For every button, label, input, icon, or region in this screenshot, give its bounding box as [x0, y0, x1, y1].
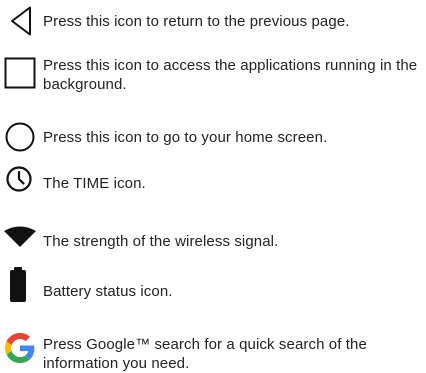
- legend-text-wifi: The strength of the wireless signal.: [43, 233, 279, 250]
- google-g-icon: [5, 333, 35, 363]
- battery-icon: [10, 267, 26, 302]
- legend-text-back: Press this icon to return to the previou…: [43, 13, 350, 30]
- back-triangle-icon: [11, 6, 31, 36]
- legend-text-recent-apps: Press this icon to access the applicatio…: [43, 57, 418, 93]
- recent-apps-square-icon: [4, 57, 36, 89]
- legend-text-time: The TIME icon.: [43, 175, 146, 192]
- wifi-signal-icon: [4, 226, 36, 247]
- clock-icon: [6, 166, 32, 192]
- legend-text-home: Press this icon to go to your home scree…: [43, 129, 328, 146]
- legend-text-battery: Battery status icon.: [43, 283, 173, 300]
- legend-text-google: Press Google™ search for a quick search …: [43, 336, 367, 372]
- home-circle-icon: [5, 122, 35, 152]
